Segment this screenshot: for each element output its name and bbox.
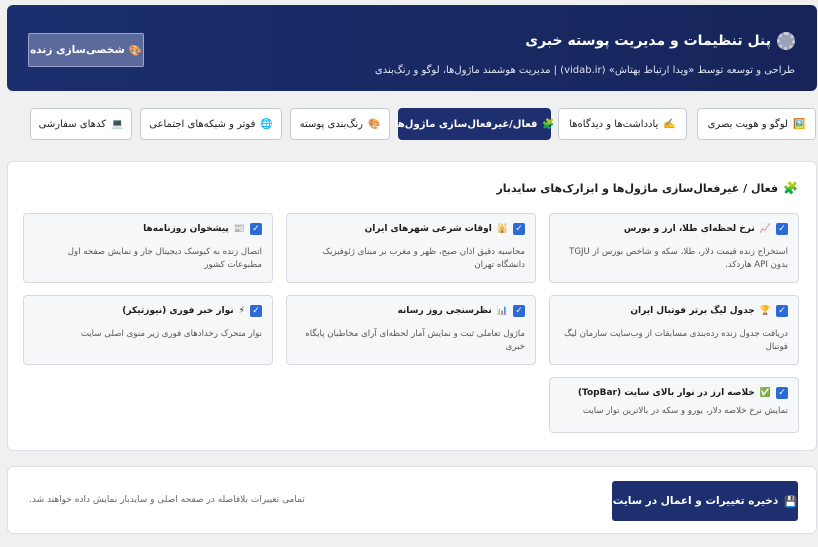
writing-hand-icon: ✍️ bbox=[663, 118, 676, 130]
checkbox-checked[interactable]: ✓ bbox=[513, 223, 525, 235]
gear-icon bbox=[777, 32, 795, 50]
panel-title: 🧩 فعال / غیرفعال‌سازی ماژول‌ها و ابزارک‌… bbox=[496, 181, 798, 195]
panel-title-text: فعال / غیرفعال‌سازی ماژول‌ها و ابزارک‌ها… bbox=[496, 181, 779, 195]
module-description: نوار متحرک رخدادهای فوری زیر منوی اصلی س… bbox=[80, 329, 262, 339]
palette-icon: 🎨 bbox=[367, 118, 381, 130]
module-card-news-ticker[interactable]: ✓ ⚡ نوار خبر فوری (نیوزتیکر) نوار متحرک … bbox=[23, 295, 273, 365]
checkbox-checked[interactable]: ✓ bbox=[513, 305, 525, 317]
chart-up-icon: 📈 bbox=[759, 224, 771, 234]
module-description: محاسبه دقیق اذان صبح، ظهر و مغرب بر مبنا… bbox=[322, 247, 525, 270]
page-title: پنل تنظیمات و مدیریت پوسته خبری bbox=[525, 32, 795, 50]
mosque-icon: 🕌 bbox=[496, 224, 508, 234]
tab-theme-colors[interactable]: 🎨 رنگ‌بندی پوسته bbox=[290, 108, 390, 140]
module-card-prayer-times[interactable]: ✓ 🕌 اوقات شرعی شهرهای ایران محاسبه دقیق … bbox=[286, 213, 536, 283]
module-description: ماژول تعاملی ثبت و نمایش آمار لحظه‌ای آر… bbox=[305, 329, 525, 352]
tab-custom-code[interactable]: 💻 کدهای سفارشی bbox=[30, 108, 132, 140]
save-button-label: ذخیره تغییرات و اعمال در سایت bbox=[612, 495, 779, 507]
tab-logo-identity[interactable]: 🖼️ لوگو و هویت بصری bbox=[697, 108, 816, 140]
page-subtitle: طراحی و توسعه توسط «ویدا ارتباط بهتاش» (… bbox=[374, 65, 795, 76]
floppy-disk-icon: 💾 bbox=[784, 495, 798, 508]
tab-notes-comments[interactable]: ✍️ یادداشت‌ها و دیدگاه‌ها bbox=[558, 108, 687, 140]
newspaper-icon: 📰 bbox=[233, 224, 245, 234]
header-banner: پنل تنظیمات و مدیریت پوسته خبری طراحی و … bbox=[7, 5, 817, 91]
module-title: پیشخوان روزنامه‌ها bbox=[143, 224, 229, 234]
bar-chart-icon: 📊 bbox=[496, 306, 508, 316]
module-title: جدول لیگ برتر فوتبال ایران bbox=[630, 306, 755, 316]
tab-label: رنگ‌بندی پوسته bbox=[299, 118, 363, 130]
module-description: نمایش نرخ خلاصه دلار، یورو و سکه در بالا… bbox=[582, 406, 788, 416]
tab-label: یادداشت‌ها و دیدگاه‌ها bbox=[569, 118, 659, 130]
globe-icon: 🌐 bbox=[260, 118, 273, 130]
save-button[interactable]: 💾 ذخیره تغییرات و اعمال در سایت bbox=[612, 481, 798, 521]
tab-footer-social[interactable]: 🌐 فوتر و شبکه‌های اجتماعی bbox=[140, 108, 282, 140]
tab-label: فوتر و شبکه‌های اجتماعی bbox=[149, 118, 256, 130]
module-title: نظرسنجی روز رسانه bbox=[397, 306, 492, 316]
live-customize-button[interactable]: 🎨 شخصی‌سازی زنده bbox=[28, 33, 144, 67]
laptop-icon: 💻 bbox=[110, 118, 124, 130]
tab-label: فعال/غیرفعال‌سازی ماژول‌ها bbox=[394, 118, 538, 130]
tab-modules-toggle[interactable]: 🧩 فعال/غیرفعال‌سازی ماژول‌ها bbox=[394, 108, 555, 140]
puzzle-icon: 🧩 bbox=[542, 118, 555, 130]
checkbox-checked[interactable]: ✓ bbox=[776, 387, 788, 399]
module-title: نرخ لحظه‌ای طلا، ارز و بورس bbox=[623, 224, 755, 234]
save-footer: 💾 ذخیره تغییرات و اعمال در سایت تمامی تغ… bbox=[7, 466, 817, 534]
module-title: اوقات شرعی شهرهای ایران bbox=[364, 224, 492, 234]
puzzle-icon: 🧩 bbox=[783, 181, 798, 195]
page-title-text: پنل تنظیمات و مدیریت پوسته خبری bbox=[525, 33, 771, 49]
checkbox-checked[interactable]: ✓ bbox=[776, 305, 788, 317]
module-card-newspapers[interactable]: ✓ 📰 پیشخوان روزنامه‌ها اتصال زنده به کیو… bbox=[23, 213, 273, 283]
module-card-football-league[interactable]: ✓ 🏆 جدول لیگ برتر فوتبال ایران دریافت جد… bbox=[549, 295, 799, 365]
palette-icon: 🎨 bbox=[128, 44, 142, 57]
tab-label: کدهای سفارشی bbox=[38, 118, 106, 130]
module-card-gold-currency[interactable]: ✓ 📈 نرخ لحظه‌ای طلا، ارز و بورس استخراج … bbox=[549, 213, 799, 283]
check-mark-icon: ✅ bbox=[759, 388, 771, 398]
module-card-topbar-currency[interactable]: ✓ ✅ خلاصه ارز در نوار بالای سایت (TopBar… bbox=[549, 377, 799, 433]
checkbox-checked[interactable]: ✓ bbox=[250, 305, 262, 317]
module-title: نوار خبر فوری (نیوزتیکر) bbox=[122, 306, 234, 316]
trophy-icon: 🏆 bbox=[759, 306, 771, 316]
module-description: دریافت جدول زنده رده‌بندی مسابقات از وب‌… bbox=[563, 329, 788, 352]
lightning-icon: ⚡ bbox=[238, 306, 245, 316]
modules-panel: 🧩 فعال / غیرفعال‌سازی ماژول‌ها و ابزارک‌… bbox=[7, 161, 817, 451]
module-title: خلاصه ارز در نوار بالای سایت (TopBar) bbox=[577, 388, 755, 398]
checkbox-checked[interactable]: ✓ bbox=[776, 223, 788, 235]
tab-label: لوگو و هویت بصری bbox=[707, 118, 788, 130]
module-description: استخراج زنده قیمت دلار، طلا، سکه و شاخص … bbox=[569, 247, 788, 270]
module-description: اتصال زنده به کیوسک دیجیتال جار و نمایش … bbox=[67, 247, 262, 270]
live-customize-label: شخصی‌سازی زنده bbox=[30, 44, 125, 56]
module-card-poll[interactable]: ✓ 📊 نظرسنجی روز رسانه ماژول تعاملی ثبت و… bbox=[286, 295, 536, 365]
checkbox-checked[interactable]: ✓ bbox=[250, 223, 262, 235]
image-icon: 🖼️ bbox=[792, 118, 806, 130]
footer-note: تمامی تغییرات بلافاصله در صفحه اصلی و سا… bbox=[29, 495, 305, 505]
